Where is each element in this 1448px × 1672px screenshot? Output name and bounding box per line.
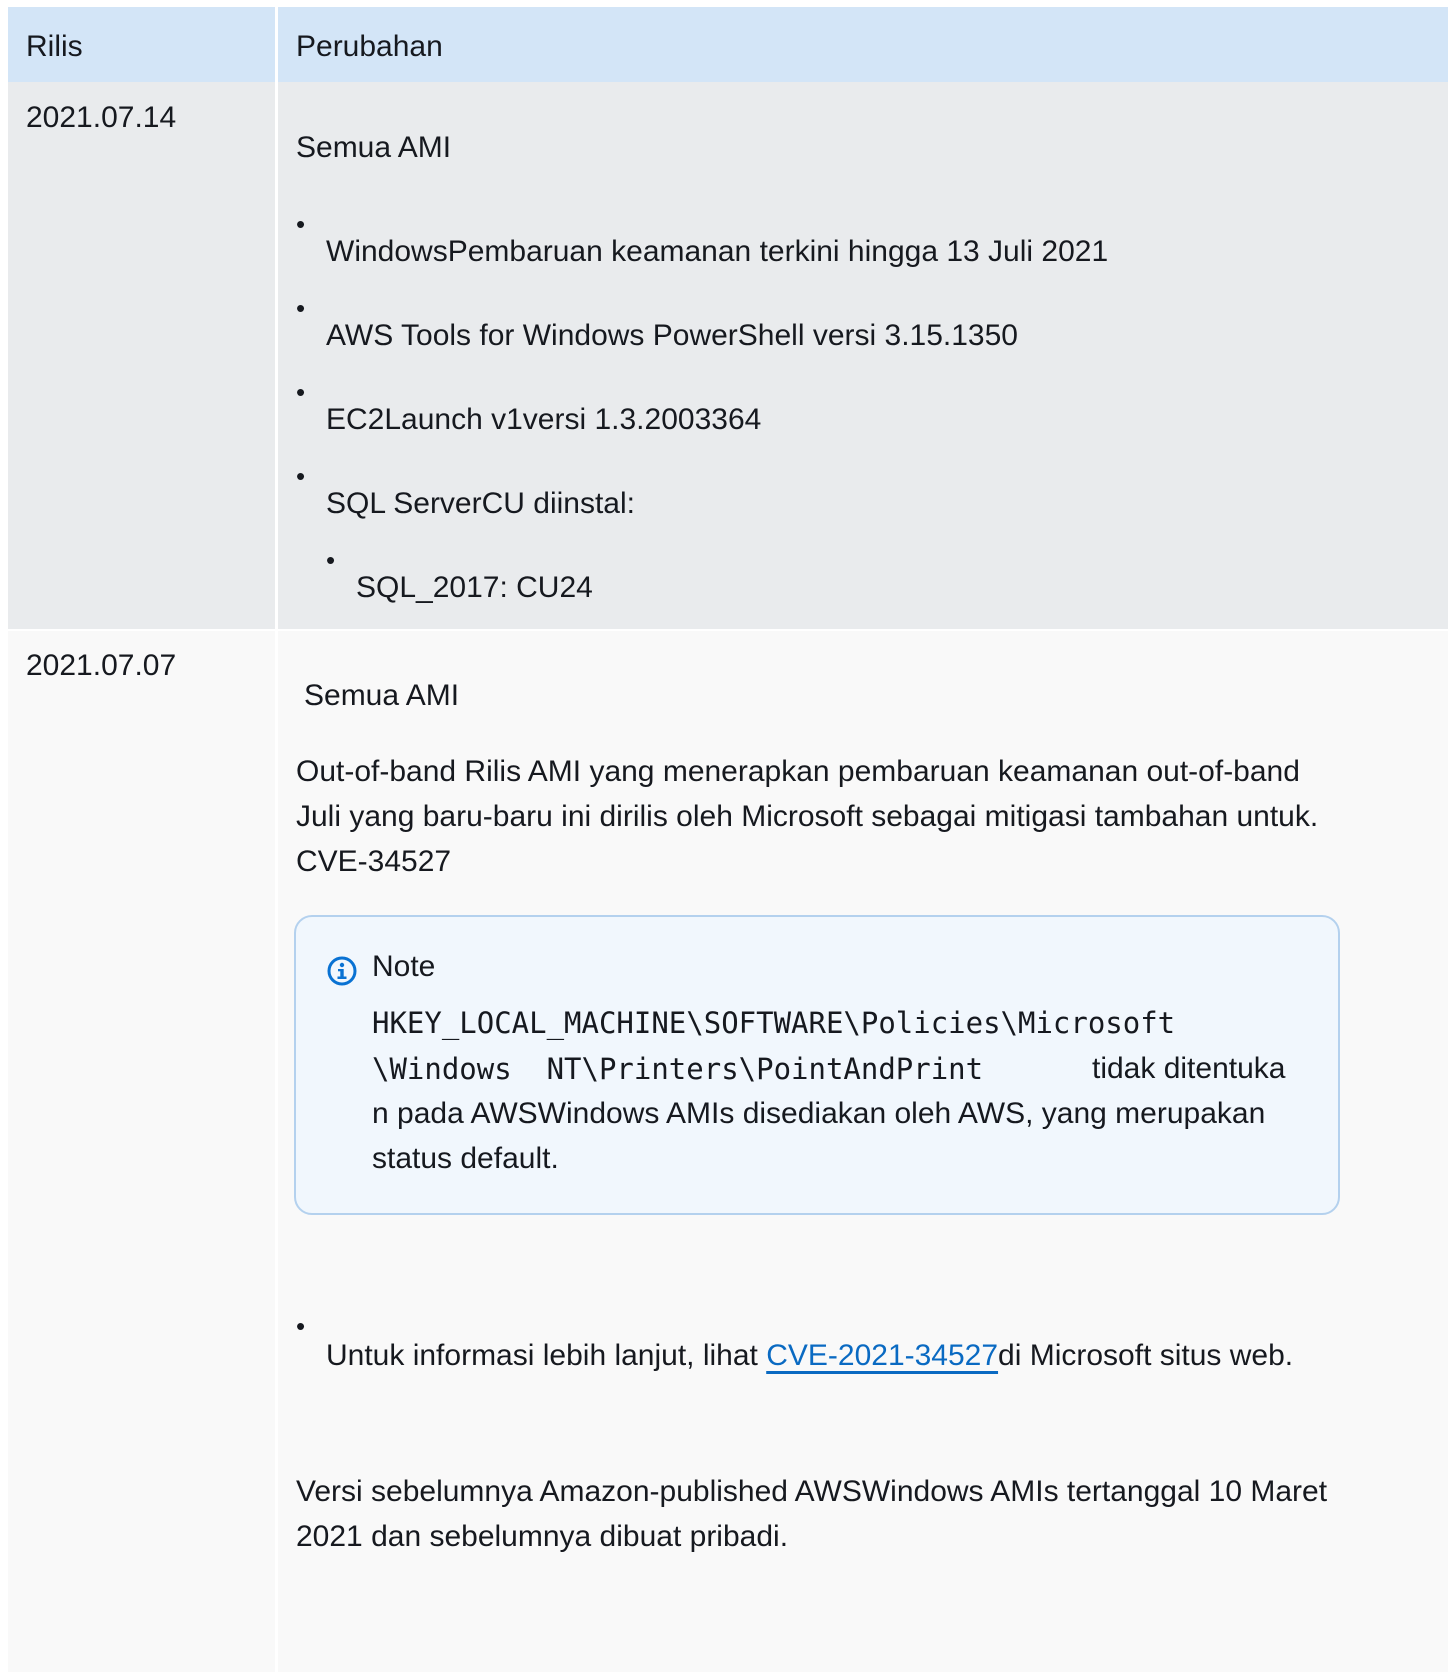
- bullet: •: [296, 293, 306, 323]
- header-release-label: Rilis: [26, 30, 83, 63]
- section-heading: Semua AMI: [296, 131, 452, 164]
- bullet: •: [296, 377, 306, 407]
- note-text: status default.: [372, 1142, 559, 1175]
- row2-release-cell: 2021.07.07: [8, 631, 275, 1672]
- paragraph-line: Juli yang baru-baru ini dirilis oleh Mic…: [296, 800, 1319, 833]
- row2-changes-cell: Semua AMI Out-of-band Rilis AMI yang men…: [278, 631, 1448, 1672]
- more-info-suffix: di Microsoft situs web.: [998, 1339, 1294, 1372]
- list-item: EC2Launch v1versi 1.3.2003364: [326, 403, 762, 436]
- footer-line: Versi sebelumnya Amazon-published AWSWin…: [296, 1475, 1328, 1508]
- header-changes: Perubahan: [278, 7, 1448, 87]
- list-item: AWS Tools for Windows PowerShell versi 3…: [326, 319, 1018, 352]
- sub-list-item: SQL_2017: CU24: [356, 571, 593, 604]
- row1-changes-cell: Semua AMI • WindowsPembaruan keamanan te…: [278, 82, 1448, 629]
- bullet: •: [296, 1311, 306, 1341]
- more-info-text: Untuk informasi lebih lanjut, lihat CVE-…: [326, 1338, 1293, 1374]
- registry-key-line1: HKEY_LOCAL_MACHINE\SOFTWARE\Policies\Mic…: [372, 1006, 1176, 1040]
- section-heading: Semua AMI: [304, 679, 460, 712]
- header-changes-label: Perubahan: [296, 30, 443, 63]
- bullet: •: [296, 461, 306, 491]
- note-box: Note HKEY_LOCAL_MACHINE\SOFTWARE\Policie…: [294, 915, 1340, 1215]
- paragraph-line: Out-of-band Rilis AMI yang menerapkan pe…: [296, 755, 1300, 788]
- registry-key-line2: \Windows NT\Printers\PointAndPrint: [372, 1052, 984, 1086]
- bullet: •: [326, 545, 336, 575]
- header-release: Rilis: [8, 7, 275, 87]
- footer-line: 2021 dan sebelumnya dibuat pribadi.: [296, 1520, 789, 1553]
- note-text: tidak ditentuka: [1092, 1052, 1286, 1085]
- info-icon: [327, 956, 357, 986]
- list-item: WindowsPembaruan keamanan terkini hingga…: [326, 235, 1109, 268]
- bullet: •: [296, 209, 306, 239]
- more-info-prefix: Untuk informasi lebih lanjut, lihat: [326, 1339, 767, 1372]
- release-version: 2021.07.07: [26, 649, 177, 682]
- cve-link[interactable]: CVE-2021-34527: [766, 1339, 998, 1372]
- release-version: 2021.07.14: [26, 101, 177, 134]
- note-title: Note: [372, 950, 436, 983]
- row1-release-cell: 2021.07.14: [8, 82, 275, 629]
- note-text: n pada AWSWindows AMIs disediakan oleh A…: [372, 1097, 1266, 1130]
- list-item: SQL ServerCU diinstal:: [326, 487, 635, 520]
- paragraph-line: CVE-34527: [296, 845, 452, 878]
